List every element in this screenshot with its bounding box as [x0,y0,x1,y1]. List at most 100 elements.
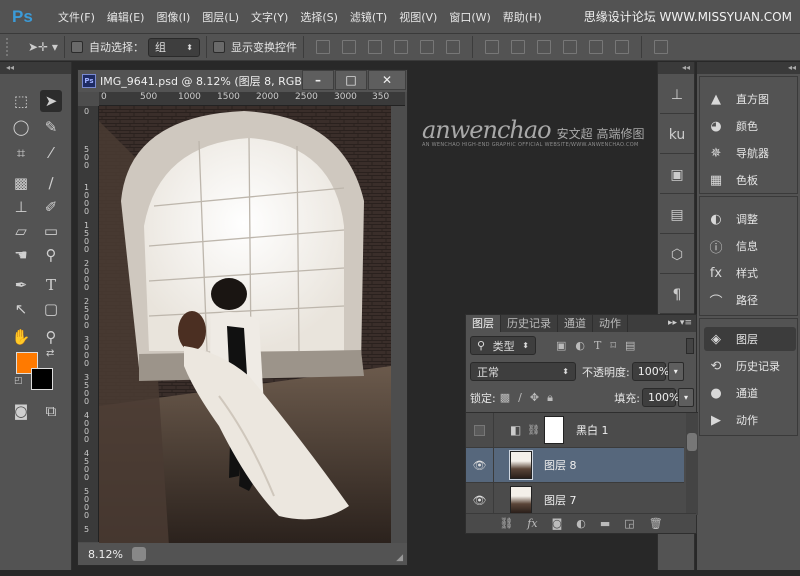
tab-actions[interactable]: 动作 [593,315,628,332]
align-vcenter-icon[interactable] [341,40,356,54]
properties-icon[interactable]: ▣ [660,156,694,194]
visibility-toggle[interactable] [466,412,494,448]
menu-filter[interactable]: 滤镜(T) [350,9,387,25]
filter-adjustment-icon[interactable]: ◐ [575,339,585,352]
tab-layers[interactable]: 图层 [466,315,501,332]
add-mask-icon[interactable]: ◙ [552,517,563,530]
panel-styles[interactable]: fx 样式 [704,261,796,285]
screen-mode-icon[interactable]: ⧉ [40,400,62,422]
image-canvas[interactable] [99,106,391,546]
filter-type-icon[interactable]: T [594,339,601,352]
panel-channels[interactable]: ● 通道 [704,381,796,405]
align-top-icon[interactable] [315,40,330,54]
fill-field[interactable]: 100% [642,388,679,407]
opacity-slider-button[interactable]: ▾ [667,362,684,381]
lock-position-icon[interactable]: ✥ [530,391,539,404]
zoom-level-field[interactable]: 8.12% [88,548,128,561]
document-title-bar[interactable]: Ps IMG_9641.psd @ 8.12% (图层 8, RGB... – … [78,70,407,92]
distribute-top-icon[interactable] [484,40,499,54]
panels-collapse-button[interactable]: ◂◂ [697,62,800,74]
new-layer-icon[interactable]: ◲ [624,517,634,530]
panel-actions[interactable]: ▶ 动作 [704,408,796,432]
clone-stamp-tool-icon[interactable]: ⊥ [10,196,32,218]
filter-shape-icon[interactable]: ⌑ [610,339,616,352]
layer-row[interactable]: 👁︎ 图层 8 [466,447,684,483]
align-hcenter-icon[interactable] [419,40,434,54]
default-colors-icon[interactable]: ◰ [14,376,23,386]
horizontal-ruler[interactable]: 0 500 1000 1500 2000 2500 3000 350 [99,92,405,106]
panel-menu-icon[interactable]: ▸▸ ▾≡ [668,315,696,332]
blend-mode-dropdown[interactable]: 正常 ⬍ [470,362,576,381]
panel-info[interactable]: ⓘ 信息 [704,234,796,258]
menu-layer[interactable]: 图层(L) [202,9,239,25]
filter-kind-dropdown[interactable]: ⚲ 类型 ⬍ [470,336,536,355]
show-transform-checkbox[interactable] [212,41,225,53]
history-brush-tool-icon[interactable]: ✐ [40,196,62,218]
auto-select-target-dropdown[interactable]: 组 ⬍ [147,37,200,57]
3d-icon[interactable]: ⬡ [660,236,694,274]
pen-tool-icon[interactable]: ✒ [10,274,32,296]
align-right-icon[interactable] [445,40,460,54]
marquee-tool-icon[interactable]: ⬚ [10,90,32,112]
move-tool-preset-icon[interactable]: ➤✛ ▾ [28,40,58,54]
background-color-swatch[interactable] [31,368,53,390]
vertical-ruler[interactable]: 0 500 1000 1500 2000 2500 3000 3500 4000 4500 5000… [78,106,99,542]
paragraph-icon[interactable]: ¶ [660,276,694,314]
gradient-tool-icon[interactable]: ▭ [40,220,62,242]
layer-row[interactable]: ◧ ⛓ 黑白 1 [466,412,684,448]
filter-pixel-icon[interactable]: ▣ [556,339,566,352]
minimize-button[interactable]: – [302,70,334,90]
brush-tool-icon[interactable]: ∕ [40,172,62,194]
panel-color[interactable]: ◕ 颜色 [704,114,796,138]
type-tool-icon[interactable]: T [40,274,62,296]
resize-grip-icon[interactable]: ◢ [396,553,403,563]
align-bottom-icon[interactable] [367,40,382,54]
distribute-left-icon[interactable] [562,40,577,54]
distribute-vcenter-icon[interactable] [510,40,525,54]
distribute-right-icon[interactable] [614,40,629,54]
delete-layer-icon[interactable]: 🗑︎ [649,517,663,530]
menu-type[interactable]: 文字(Y) [251,9,288,25]
layer-mask-thumbnail[interactable] [544,416,565,444]
lock-transparency-icon[interactable]: ▩ [500,391,510,404]
opacity-field[interactable]: 100% [631,362,669,381]
lasso-tool-icon[interactable]: ◯ [10,116,32,138]
panel-navigator[interactable]: ✵ 导航器 [704,141,796,165]
distribute-hcenter-icon[interactable] [588,40,603,54]
healing-brush-tool-icon[interactable]: ▩ [10,172,32,194]
panel-layers[interactable]: ◈ 图层 [704,327,796,351]
lock-all-icon[interactable]: 🔒︎ [547,391,553,405]
menu-window[interactable]: 窗口(W) [449,9,490,25]
menu-view[interactable]: 视图(V) [399,9,437,25]
link-layers-icon[interactable]: ⛓ [499,517,513,530]
eraser-tool-icon[interactable]: ▱ [10,220,32,242]
notes-icon[interactable]: ▤ [660,196,694,234]
panel-history[interactable]: ⟲ 历史记录 [704,354,796,378]
auto-select-checkbox[interactable] [70,41,83,53]
menu-select[interactable]: 选择(S) [300,9,338,25]
quick-select-tool-icon[interactable]: ✎ [40,116,62,138]
link-icon[interactable]: ⛓ [527,425,540,436]
menu-help[interactable]: 帮助(H) [503,9,542,25]
layer-style-icon[interactable]: fx [527,517,537,530]
shape-tool-icon[interactable]: ▢ [40,298,62,320]
document-info-icon[interactable] [132,547,146,561]
panel-swatches[interactable]: ▦ 色板 [704,168,796,192]
align-left-icon[interactable] [393,40,408,54]
fill-slider-button[interactable]: ▾ [678,388,694,407]
visibility-toggle[interactable]: 👁︎ [466,447,494,483]
scrollbar-thumb[interactable] [687,433,697,451]
distribute-bottom-icon[interactable] [536,40,551,54]
quick-mask-icon[interactable]: ◙ [10,400,32,422]
tab-channels[interactable]: 通道 [558,315,593,332]
blur-tool-icon[interactable]: ☚ [10,244,32,266]
filter-smart-object-icon[interactable]: ▤ [625,339,635,352]
panel-adjustments[interactable]: ◐ 调整 [704,207,796,231]
auto-align-icon[interactable] [653,40,668,54]
dock-collapse-button[interactable]: ◂◂ [658,62,694,74]
path-select-tool-icon[interactable]: ↖ [10,298,32,320]
new-group-icon[interactable]: ▬ [600,517,610,530]
lock-pixels-icon[interactable]: ∕ [518,391,522,404]
options-grip[interactable] [6,38,10,56]
menu-file[interactable]: 文件(F) [58,9,95,25]
